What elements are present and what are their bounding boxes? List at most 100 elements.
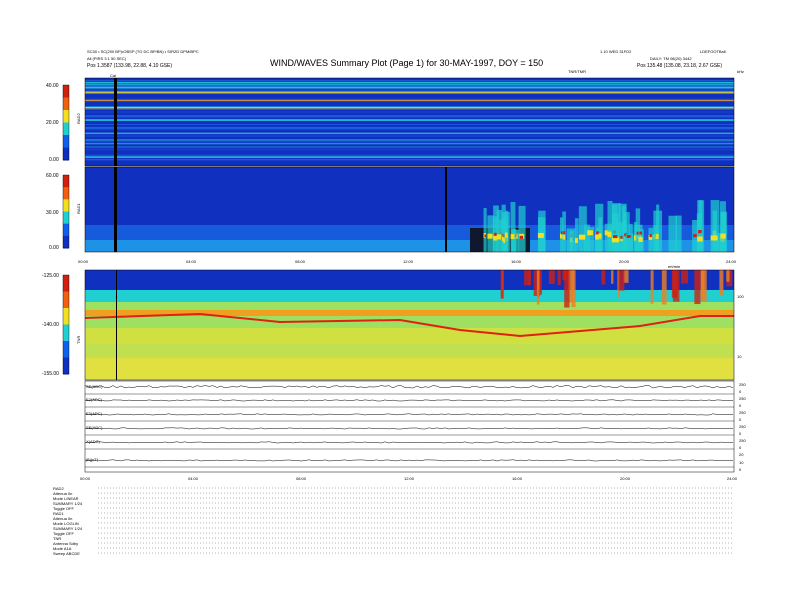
tnr-band <box>85 328 734 344</box>
rad1-burst <box>626 234 631 238</box>
rad1-burst <box>607 232 612 238</box>
rad1-burst <box>575 218 579 252</box>
tnr-burst <box>661 270 667 305</box>
rad1-burst <box>518 205 526 252</box>
tnr-burst <box>571 270 576 308</box>
tnr-burst <box>726 270 730 282</box>
rad1-burst <box>537 232 544 238</box>
rad1-burst <box>638 236 643 242</box>
rad1-burst <box>587 230 593 236</box>
colorbar-segment <box>63 122 69 136</box>
rad1-burst <box>656 204 660 252</box>
spectrogram-canvas <box>62 77 735 554</box>
tnr-burst <box>500 270 504 299</box>
rad1-burst <box>697 200 705 252</box>
rad1-burst <box>720 211 728 252</box>
line-frame <box>84 380 735 473</box>
rad2-band <box>85 90 734 92</box>
colorbar-segment <box>63 211 69 225</box>
colorbar-segment <box>63 291 69 309</box>
rad2-band <box>85 120 734 121</box>
data-gap-marker <box>445 167 447 252</box>
rad2-band <box>85 158 734 161</box>
rad1-burst <box>578 206 587 252</box>
cal-marker <box>114 78 117 166</box>
line-trace <box>84 399 734 402</box>
tnr-burst <box>557 270 561 285</box>
rad1-burst <box>496 209 503 252</box>
tnr-burst <box>672 270 680 302</box>
rad2-band <box>85 146 734 148</box>
rad2-band <box>85 143 734 145</box>
rad1-burst <box>612 203 621 252</box>
rad1-burst <box>575 237 578 243</box>
rad2-band <box>85 81 734 84</box>
line-trace <box>84 385 734 389</box>
tnr-burst <box>548 270 555 285</box>
rad1-burst <box>504 232 508 238</box>
tnr-burst <box>562 270 568 281</box>
colorbar-segment <box>63 199 69 212</box>
rad1-burst <box>613 235 618 239</box>
rad2-band <box>85 85 734 87</box>
rad2-band <box>85 139 734 141</box>
colorbar-segment <box>63 147 69 161</box>
colorbar-segment <box>63 324 69 342</box>
line-trace <box>84 427 734 430</box>
tnr-band <box>85 270 734 290</box>
colorbar-segment <box>63 97 69 111</box>
rad1-burst <box>693 234 697 238</box>
rad2-band <box>85 135 734 137</box>
rad2-band <box>85 134 734 136</box>
colorbar-segment <box>63 357 69 375</box>
cal-marker <box>114 167 117 252</box>
tnr-burst <box>719 270 724 296</box>
rad2-band <box>85 86 734 88</box>
rad1-burst <box>519 235 524 239</box>
tnr-band <box>85 302 734 310</box>
tnr-band <box>85 344 734 358</box>
rad1-burst <box>484 234 487 238</box>
line-trace <box>84 441 734 444</box>
tnr-burst <box>536 270 540 305</box>
colorbar-segment <box>63 223 69 237</box>
colorbar-segment <box>63 85 69 98</box>
rad2-band <box>85 126 734 129</box>
rad1-burst <box>563 231 566 235</box>
colorbar-segment <box>63 275 69 292</box>
rad2-band <box>85 116 734 118</box>
rad1-burst <box>566 228 576 252</box>
rad1-burst <box>504 210 509 252</box>
rad2-band <box>85 140 734 142</box>
tnr-burst <box>694 270 701 305</box>
tnr-burst <box>528 270 532 286</box>
colorbar-segment <box>63 187 69 200</box>
rad1-burst <box>648 227 654 252</box>
rad1-burst <box>668 215 678 252</box>
rad1-burst <box>578 234 586 240</box>
rad2-band <box>85 80 734 82</box>
colorbar-segment <box>63 341 69 358</box>
rad1-burst <box>598 233 602 239</box>
rad1-burst <box>720 233 726 239</box>
tnr-band <box>85 358 734 380</box>
rad2-band <box>85 92 734 94</box>
rad2-band <box>85 124 734 126</box>
tnr-burst <box>701 270 707 302</box>
rad1-burst <box>639 231 643 235</box>
cal-marker <box>116 270 117 380</box>
colorbar-segment <box>63 110 69 123</box>
rad1-burst <box>487 233 493 239</box>
rad2-band <box>85 132 734 134</box>
rad2-band <box>85 156 734 158</box>
line-trace <box>84 413 734 416</box>
rad1-burst <box>483 207 487 252</box>
rad2-band <box>85 100 734 102</box>
colorbar-segment <box>63 135 69 148</box>
colorbar-segment <box>63 235 69 249</box>
tnr-burst <box>618 270 625 291</box>
tnr-burst <box>681 270 689 284</box>
rad2-band <box>85 118 734 120</box>
rad1-burst <box>560 231 563 235</box>
rad1-burst <box>494 232 498 236</box>
